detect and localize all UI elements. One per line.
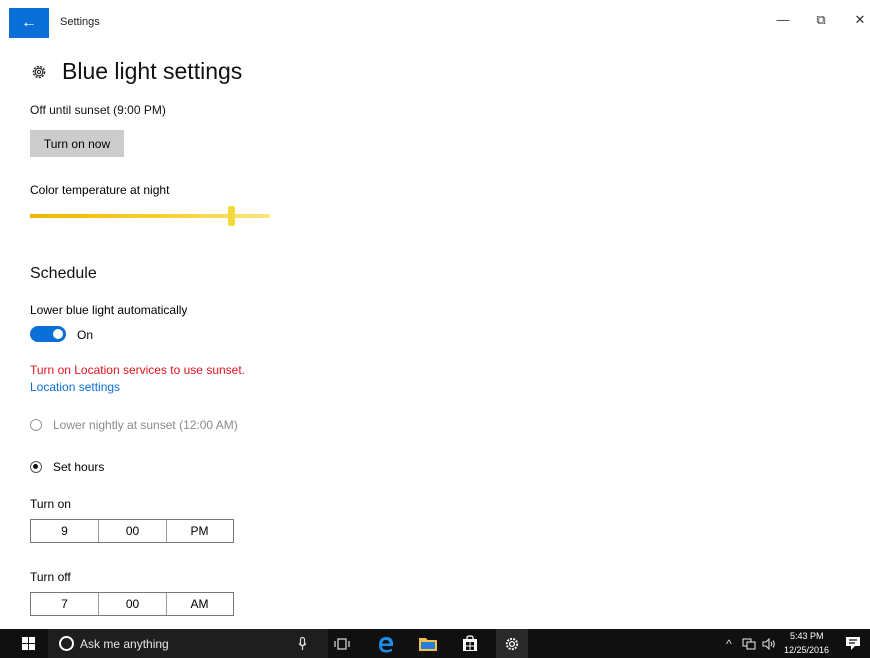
- minimize-button[interactable]: —: [773, 12, 793, 27]
- schedule-heading: Schedule: [30, 265, 97, 282]
- back-arrow-icon: ←: [21, 14, 37, 31]
- radio-set-hours-label: Set hours: [53, 460, 105, 474]
- radio-sunset[interactable]: [30, 419, 42, 431]
- settings-gear-icon: [505, 637, 519, 650]
- gear-icon: [32, 65, 46, 78]
- turn-on-label: Turn on: [30, 497, 71, 511]
- clock-time[interactable]: 5:43 PM: [790, 631, 824, 641]
- close-button[interactable]: ✕: [850, 12, 870, 28]
- cortana-search-box[interactable]: Ask me anything: [48, 629, 328, 658]
- auto-toggle-label: Lower blue light automatically: [30, 303, 188, 317]
- turn-on-now-button[interactable]: Turn on now: [30, 130, 124, 157]
- network-icon: [742, 637, 756, 650]
- store-button[interactable]: [456, 629, 484, 658]
- restore-button[interactable]: ⧉: [811, 12, 831, 28]
- clock-date[interactable]: 12/25/2016: [784, 645, 829, 655]
- color-temperature-thumb[interactable]: [228, 206, 235, 226]
- radio-sunset-label: Lower nightly at sunset (12:00 AM): [53, 418, 238, 432]
- settings-taskbar-button[interactable]: [496, 629, 528, 658]
- file-explorer-button[interactable]: [414, 629, 442, 658]
- taskbar: Ask me anything ^: [0, 629, 870, 658]
- windows-logo-icon: [21, 637, 35, 650]
- page-header: Blue light settings: [30, 58, 242, 85]
- task-view-icon: [334, 637, 350, 650]
- volume-button[interactable]: [760, 629, 778, 658]
- page-title: Blue light settings: [62, 58, 243, 84]
- store-bag-icon: [463, 635, 477, 651]
- cortana-circle-icon: [59, 636, 74, 651]
- speaker-icon: [762, 637, 775, 650]
- folder-icon: [419, 638, 437, 651]
- turn-off-hour[interactable]: 7: [31, 593, 99, 615]
- turn-on-minute[interactable]: 00: [99, 520, 167, 542]
- edge-icon: [379, 636, 393, 652]
- radio-set-hours[interactable]: [30, 461, 42, 473]
- location-settings-link[interactable]: Location settings: [30, 380, 120, 394]
- toggle-knob: [53, 329, 63, 339]
- start-button[interactable]: [16, 629, 40, 658]
- turn-on-hour[interactable]: 9: [31, 520, 99, 542]
- turn-on-time-picker[interactable]: 9 00 PM: [30, 519, 234, 543]
- turn-off-time-picker[interactable]: 7 00 AM: [30, 592, 234, 616]
- edge-button[interactable]: [372, 629, 400, 658]
- toggle-state-label: On: [77, 328, 94, 342]
- color-temperature-label: Color temperature at night: [30, 183, 170, 197]
- turn-on-ampm[interactable]: PM: [167, 520, 232, 542]
- window-title: Settings: [60, 16, 100, 28]
- turn-off-minute[interactable]: 00: [99, 593, 167, 615]
- turn-off-ampm[interactable]: AM: [167, 593, 232, 615]
- network-button[interactable]: [740, 629, 758, 658]
- notification-icon: [846, 637, 860, 650]
- title-bar: ← Settings — ⧉ ✕: [0, 0, 870, 42]
- back-button[interactable]: ←: [9, 8, 49, 38]
- action-center-button[interactable]: [842, 629, 864, 658]
- microphone-icon[interactable]: [298, 637, 307, 651]
- turn-off-label: Turn off: [30, 570, 71, 584]
- chevron-up-icon[interactable]: ^: [720, 629, 738, 658]
- search-placeholder: Ask me anything: [80, 637, 169, 651]
- status-text: Off until sunset (9:00 PM): [30, 103, 166, 117]
- task-view-button[interactable]: [330, 629, 354, 658]
- auto-toggle-switch[interactable]: [30, 326, 66, 342]
- location-warning: Turn on Location services to use sunset.: [30, 363, 246, 377]
